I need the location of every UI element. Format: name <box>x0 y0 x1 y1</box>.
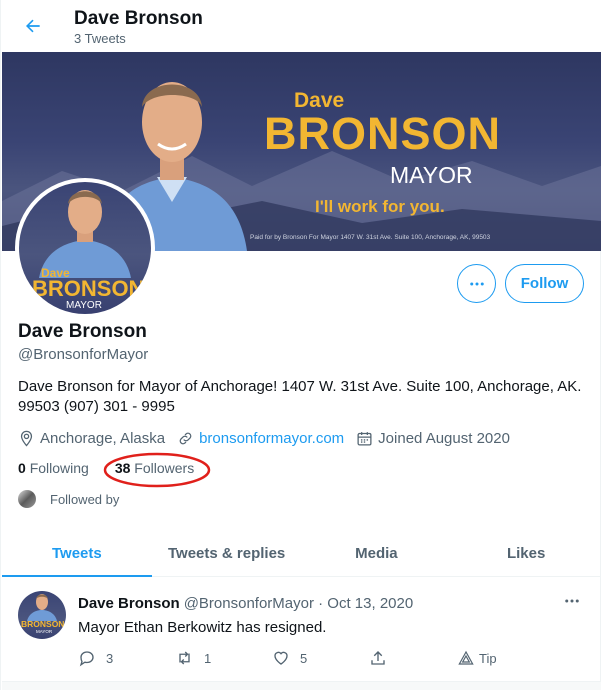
heart-icon <box>274 651 288 665</box>
profile-handle: @BronsonforMayor <box>18 346 149 363</box>
banner-last-name: BRONSON <box>264 108 502 159</box>
tip-button[interactable]: Tip <box>458 650 497 666</box>
more-options-button[interactable] <box>457 264 496 303</box>
tweet-avatar-name: BRONSON <box>21 619 65 629</box>
follower-avatar <box>18 490 36 508</box>
retweet-count: 1 <box>204 650 212 666</box>
joined-text: Joined August 2020 <box>378 429 510 447</box>
tweet-more-button[interactable] <box>563 592 581 615</box>
followers-link[interactable]: 38 Followers <box>115 460 194 476</box>
back-button[interactable] <box>15 8 51 44</box>
link-icon <box>179 432 192 444</box>
tweet-avatar-office: MAYOR <box>36 629 53 634</box>
banner-slogan: I'll work for you. <box>315 197 445 216</box>
profile-name: Dave Bronson <box>18 321 147 342</box>
joined-item: Joined August 2020 <box>356 430 510 447</box>
location-pin-icon <box>20 430 33 447</box>
tweet-actions: 3 1 5 Tip <box>78 649 497 667</box>
tip-label: Tip <box>479 650 497 666</box>
share-button[interactable] <box>369 649 458 667</box>
profile-page: Dave Bronson 3 Tweets Dave BRONSON MAYOR… <box>0 0 601 690</box>
like-count: 5 <box>300 650 308 666</box>
avatar-office: MAYOR <box>66 300 102 311</box>
website-link[interactable]: bronsonformayor.com <box>199 430 344 447</box>
following-count: 0 <box>18 460 26 476</box>
tip-icon <box>458 650 474 665</box>
profile-avatar[interactable]: Dave BRONSON MAYOR <box>15 178 155 318</box>
more-horizontal-icon <box>565 599 579 603</box>
avatar-photo <box>39 190 131 278</box>
header-title: Dave Bronson <box>74 8 203 29</box>
banner-office: MAYOR <box>390 162 473 188</box>
reply-icon <box>79 651 94 667</box>
tweet-avatar-photo <box>27 594 57 621</box>
following-label: Following <box>29 460 89 476</box>
back-arrow-icon <box>26 19 40 33</box>
location-item: Anchorage, Alaska <box>18 430 165 447</box>
followed-by-row[interactable]: Followed by <box>18 490 119 508</box>
tweet[interactable]: BRONSON MAYOR Dave Bronson @BronsonforMa… <box>2 578 601 682</box>
more-icon <box>469 282 484 285</box>
avatar-image: Dave BRONSON MAYOR <box>19 182 151 314</box>
like-button[interactable]: 5 <box>272 649 369 667</box>
tweet-meta[interactable]: @BronsonforMayor · Oct 13, 2020 <box>184 595 414 612</box>
reply-button[interactable]: 3 <box>78 649 175 667</box>
profile-bio: Dave Bronson for Mayor of Anchorage! 140… <box>18 378 582 415</box>
share-icon <box>371 651 385 665</box>
tab-tweets[interactable]: Tweets <box>2 531 152 577</box>
website-item[interactable]: bronsonformayor.com <box>177 430 344 447</box>
profile-tabs: Tweets Tweets & replies Media Likes <box>2 531 601 577</box>
follow-button[interactable]: Follow <box>505 264 584 303</box>
follow-counts: 0 Following 38 Followers <box>18 460 220 476</box>
followed-by-text: Followed by <box>50 491 120 507</box>
retweet-button[interactable]: 1 <box>175 649 272 667</box>
tweet-avatar[interactable]: BRONSON MAYOR <box>18 591 66 639</box>
calendar-icon <box>357 431 372 446</box>
avatar-last-name: BRONSON <box>32 276 145 301</box>
reply-count: 3 <box>106 650 114 666</box>
profile-meta: Anchorage, Alaska bronsonformayor.com Jo… <box>18 428 522 448</box>
tab-media[interactable]: Media <box>302 531 452 576</box>
tab-tweets-replies[interactable]: Tweets & replies <box>152 531 302 576</box>
banner-disclaimer: Paid for by Bronson For Mayor 1407 W. 31… <box>250 234 491 241</box>
tab-likes[interactable]: Likes <box>451 531 601 576</box>
followers-label: Followers <box>134 460 195 476</box>
profile-header: Dave Bronson 3 Tweets <box>1 0 601 52</box>
followers-count: 38 <box>114 460 131 476</box>
tweet-count: 3 Tweets <box>74 31 126 46</box>
tweet-header: Dave Bronson @BronsonforMayor · Oct 13, … <box>78 595 413 612</box>
tweet-text: Mayor Ethan Berkowitz has resigned. <box>78 619 327 636</box>
tweet-author-name[interactable]: Dave Bronson <box>78 595 180 612</box>
next-tweet-edge <box>2 682 601 690</box>
location-text: Anchorage, Alaska <box>40 429 166 447</box>
retweet-icon <box>179 651 190 665</box>
following-link[interactable]: 0 Following <box>18 460 89 476</box>
